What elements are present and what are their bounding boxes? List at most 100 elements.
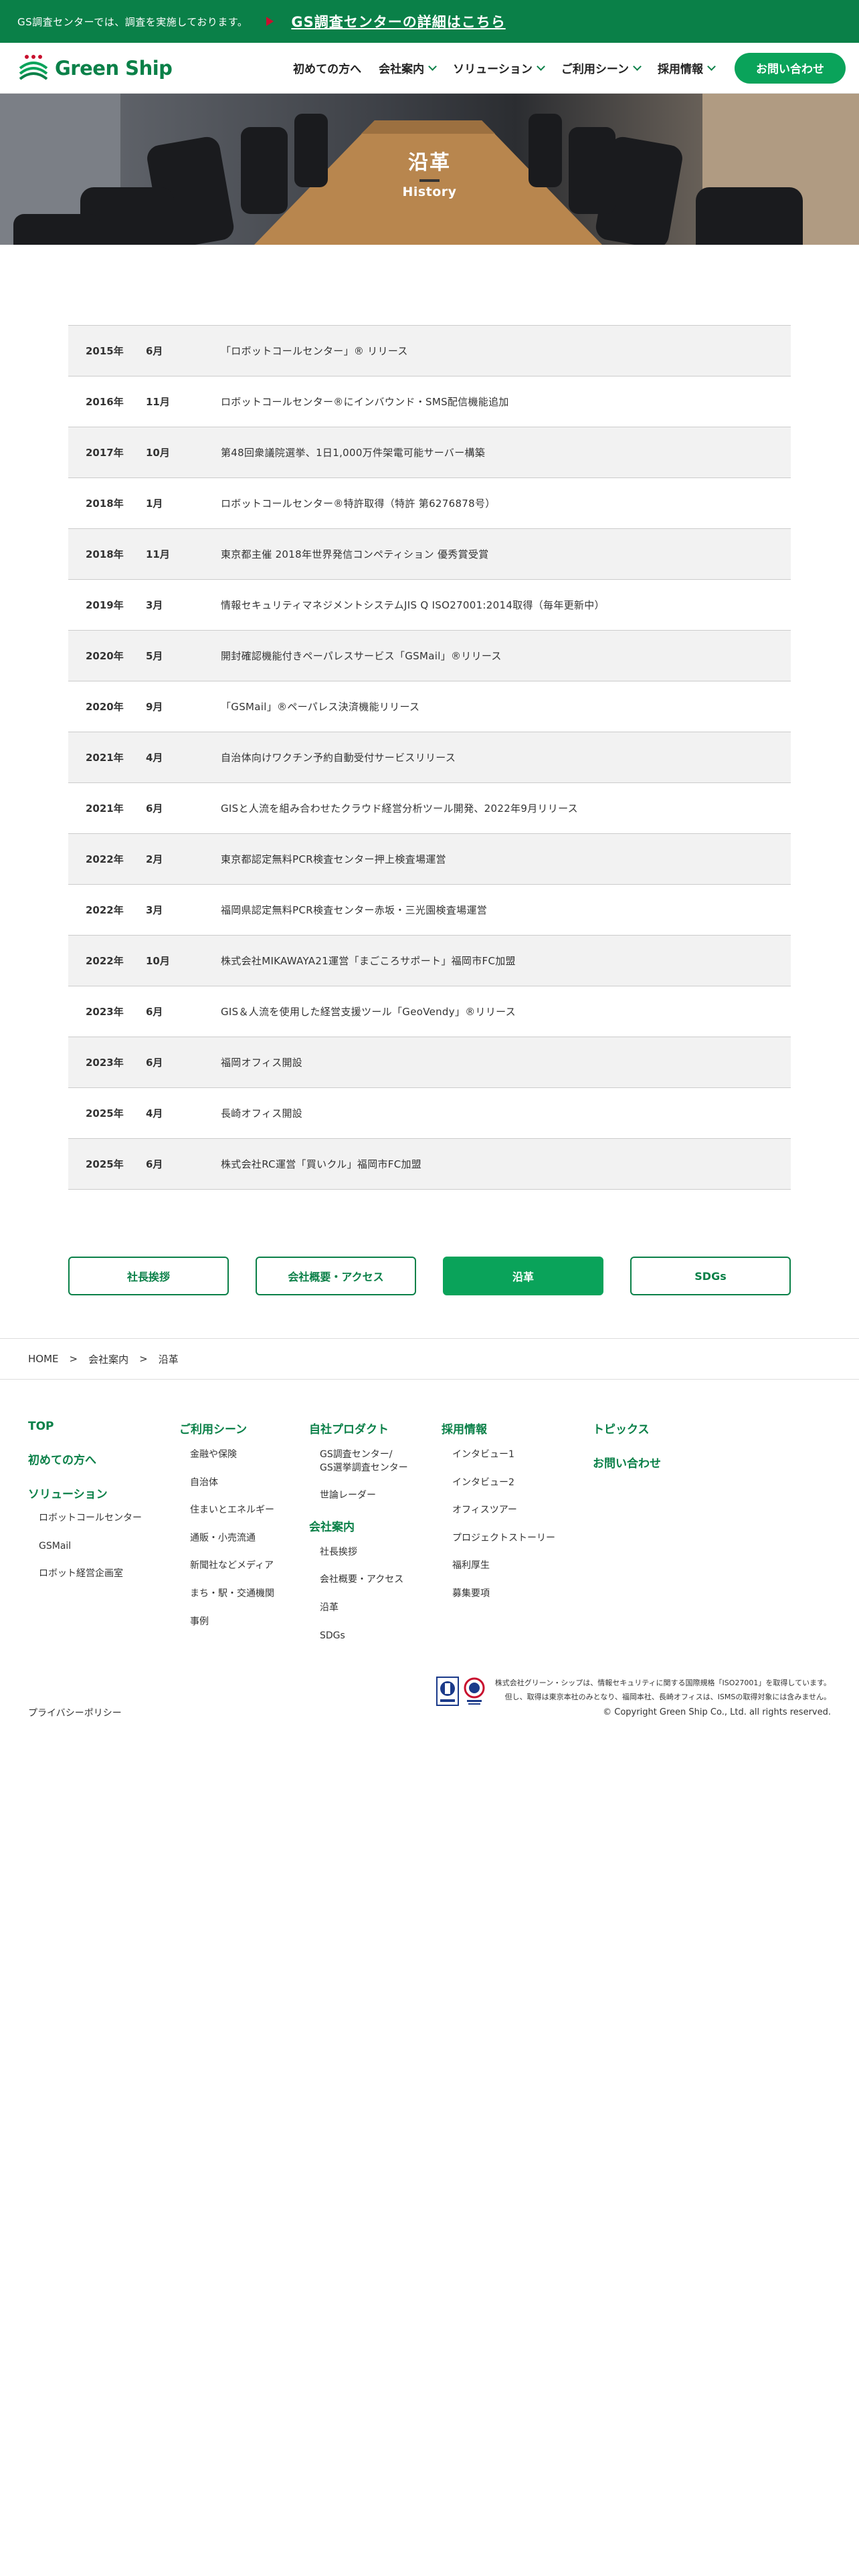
top-notice-bar: GS調査センターでは、調査を実施しております。 GS調査センターの詳細はこちら <box>0 0 859 43</box>
copyright: © Copyright Green Ship Co., Ltd. all rig… <box>603 1707 831 1717</box>
footer-link-president[interactable]: 社長挨拶 <box>309 1546 408 1560</box>
site-header: Green Ship 初めての方へ 会社案内 ソリューション ご利用シーン 採用… <box>0 43 859 94</box>
history-text: 第48回衆議院選挙、1日1,000万件架電可能サーバー構築 <box>221 447 486 459</box>
history-year: 2019年 <box>86 599 124 611</box>
footer-link-gsmail[interactable]: GSMail <box>28 1540 142 1553</box>
footer-link-interview1[interactable]: インタビュー1 <box>442 1448 555 1462</box>
footer-link-first-visit[interactable]: 初めての方へ <box>28 1451 142 1467</box>
history-month: 2月 <box>146 853 163 865</box>
history-year: 2022年 <box>86 955 124 967</box>
history-text: 東京都認定無料PCR検査センター押上検査場運営 <box>221 853 446 865</box>
page-subtitle: History <box>402 185 457 199</box>
history-text: 東京都主催 2018年世界発信コンペティション 優秀賞受賞 <box>221 548 489 560</box>
cert-note-1: 株式会社グリーン・シップは、情報セキュリティに関する国際規格「ISO27001」… <box>494 1679 831 1687</box>
footer-link-retail[interactable]: 通販・小売流通 <box>179 1532 274 1545</box>
breadcrumb-current: 沿革 <box>158 1353 179 1366</box>
footer-heading-products[interactable]: 自社プロダクト <box>309 1420 408 1436</box>
arrow-icon <box>266 17 274 26</box>
certification-block: 株式会社グリーン・シップは、情報セキュリティに関する国際規格「ISO27001」… <box>436 1677 831 1721</box>
breadcrumb-company[interactable]: 会社案内 <box>88 1352 128 1366</box>
nav-first-visit[interactable]: 初めての方へ <box>293 60 361 76</box>
nav-label: ご利用シーン <box>561 63 629 76</box>
history-month: 4月 <box>146 752 163 764</box>
history-row: 2021年 6月 GISと人流を組み合わせたクラウド経営分析ツール開発、2022年9… <box>68 783 791 834</box>
history-text: 福岡県認定無料PCR検査センター赤坂・三光園検査場運営 <box>221 904 488 916</box>
nav-company[interactable]: 会社案内 <box>379 60 438 76</box>
history-text: GISと人流を組み合わせたクラウド経営分析ツール開発、2022年9月リリース <box>221 802 578 815</box>
breadcrumb: HOME > 会社案内 > 沿革 <box>0 1338 859 1380</box>
footer-link-sdgs[interactable]: SDGs <box>309 1630 408 1643</box>
history-row: 2018年 1月 ロボットコールセンター®特許取得（特許 第6276878号） <box>68 478 791 529</box>
footer-link-robot-planning[interactable]: ロボット経営企画室 <box>28 1568 142 1581</box>
subnav-president-message[interactable]: 社長挨拶 <box>68 1257 229 1295</box>
footer-link-media[interactable]: 新聞社などメディア <box>179 1560 274 1573</box>
nav-label: 会社案内 <box>379 63 425 76</box>
history-text: ロボットコールセンター®にインバウンド・SMS配信機能追加 <box>221 396 509 408</box>
subnav-history[interactable]: 沿革 <box>443 1257 603 1295</box>
chevron-down-icon <box>707 62 716 71</box>
history-row: 2016年 11月 ロボットコールセンター®にインバウンド・SMS配信機能追加 <box>68 377 791 427</box>
history-month: 6月 <box>146 1057 163 1069</box>
history-row: 2020年 5月 開封確認機能付きペーパレスサービス「GSMail」®リリース <box>68 631 791 681</box>
history-year: 2018年 <box>86 548 124 560</box>
nav-recruit[interactable]: 採用情報 <box>658 60 716 76</box>
hero-banner: 沿革 History <box>0 94 859 245</box>
footer-col-scenes: ご利用シーン 金融や保険 自治体 住まいとエネルギー 通販・小売流通 新聞社など… <box>179 1420 274 1643</box>
page-title: 沿革 <box>408 151 451 175</box>
footer-link-project-story[interactable]: プロジェクトストーリー <box>442 1532 555 1545</box>
footer-link-overview[interactable]: 会社概要・アクセス <box>309 1574 408 1587</box>
jqa-mark-icon <box>436 1677 459 1706</box>
history-year: 2021年 <box>86 752 124 764</box>
logo[interactable]: Green Ship <box>17 53 173 83</box>
history-year: 2016年 <box>86 396 124 408</box>
footer-link-office-tour[interactable]: オフィスツアー <box>442 1504 555 1517</box>
breadcrumb-separator: > <box>139 1353 148 1365</box>
history-row: 2021年 4月 自治体向けワクチン予約自動受付サービスリリース <box>68 732 791 783</box>
footer-heading-scenes[interactable]: ご利用シーン <box>179 1420 274 1436</box>
footer-link-cases[interactable]: 事例 <box>179 1616 274 1629</box>
footer-link-opinion-radar[interactable]: 世論レーダー <box>309 1489 408 1503</box>
footer-link-interview2[interactable]: インタビュー2 <box>442 1477 555 1490</box>
history-month: 3月 <box>146 904 163 916</box>
history-text: 「ロボットコールセンター」® リリース <box>221 345 408 357</box>
nav-solution[interactable]: ソリューション <box>453 60 545 76</box>
footer-link-municipality[interactable]: 自治体 <box>179 1477 274 1490</box>
footer-link-robot-call[interactable]: ロボットコールセンター <box>28 1512 142 1525</box>
history-row: 2020年 9月 「GSMail」®ペーパレス決済機能リリース <box>68 681 791 732</box>
contact-button[interactable]: お問い合わせ <box>735 52 846 84</box>
footer-link-job-listing[interactable]: 募集要項 <box>442 1588 555 1601</box>
footer-link-contact[interactable]: お問い合わせ <box>593 1454 661 1471</box>
history-year: 2023年 <box>86 1057 124 1069</box>
footer-link-gs-election[interactable]: GS選挙調査センター <box>309 1462 408 1475</box>
privacy-policy-link[interactable]: プライバシーポリシー <box>28 1706 122 1719</box>
history-text: 株式会社MIKAWAYA21運営「まごころサポート」福岡市FC加盟 <box>221 955 516 967</box>
footer-col-recruit: 採用情報 インタビュー1 インタビュー2 オフィスツアー プロジェクトストーリー… <box>442 1420 555 1616</box>
history-month: 10月 <box>146 955 170 967</box>
survey-center-link[interactable]: GS調査センターの詳細はこちら <box>291 11 505 31</box>
footer-link-topics[interactable]: トピックス <box>593 1420 661 1436</box>
footer-link-transport[interactable]: まち・駅・交通機関 <box>179 1588 274 1601</box>
history-row: 2022年 10月 株式会社MIKAWAYA21運営「まごころサポート」福岡市FC加… <box>68 936 791 986</box>
history-month: 6月 <box>146 802 163 815</box>
footer-heading-recruit[interactable]: 採用情報 <box>442 1420 555 1436</box>
footer-link-finance[interactable]: 金融や保険 <box>179 1448 274 1462</box>
nav-label: ソリューション <box>453 63 533 76</box>
subnav-company-overview[interactable]: 会社概要・アクセス <box>256 1257 416 1295</box>
history-month: 6月 <box>146 345 163 357</box>
history-text: 情報セキュリティマネジメントシステムJIS Q ISO27001:2014取得（… <box>221 599 605 611</box>
footer-link-benefits[interactable]: 福利厚生 <box>442 1560 555 1573</box>
footer-heading-company[interactable]: 会社案内 <box>309 1517 408 1534</box>
nav-label: 採用情報 <box>658 63 703 76</box>
nav-label: 初めての方へ <box>293 63 362 76</box>
history-month: 5月 <box>146 650 163 662</box>
history-year: 2015年 <box>86 345 124 357</box>
footer-link-history[interactable]: 沿革 <box>309 1602 408 1615</box>
footer-link-top[interactable]: TOP <box>28 1420 142 1433</box>
footer-link-gs-survey[interactable]: GS調査センター/ <box>309 1448 408 1462</box>
footer-link-housing[interactable]: 住まいとエネルギー <box>179 1504 274 1517</box>
subnav-sdgs[interactable]: SDGs <box>630 1257 791 1295</box>
breadcrumb-home[interactable]: HOME <box>28 1353 59 1365</box>
nav-usage-scene[interactable]: ご利用シーン <box>561 60 642 76</box>
history-month: 6月 <box>146 1006 163 1018</box>
footer-link-solution[interactable]: ソリューション <box>28 1485 142 1501</box>
